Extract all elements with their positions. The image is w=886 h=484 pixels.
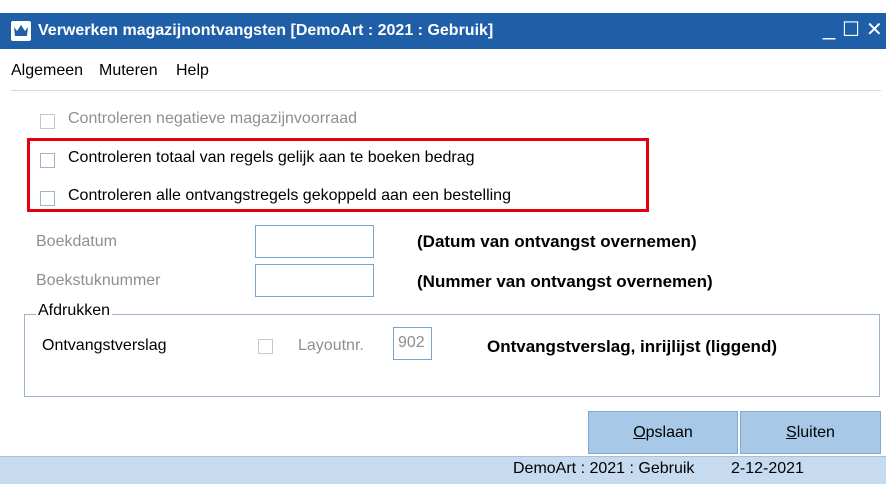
status-context: DemoArt : 2021 : Gebruik: [513, 460, 695, 477]
boekdatum-label: Boekdatum: [36, 233, 117, 250]
maximize-button[interactable]: ☐: [842, 17, 860, 43]
checkbox-icon[interactable]: [40, 114, 55, 129]
status-date: 2-12-2021: [731, 460, 804, 477]
status-bar: DemoArt : 2021 : Gebruik 2-12-2021: [0, 456, 886, 484]
close-window-button[interactable]: Sluiten: [740, 411, 881, 454]
boekdatum-input[interactable]: [255, 225, 374, 258]
save-mnemonic: O: [633, 424, 646, 441]
close-mnemonic: S: [786, 424, 797, 441]
report-description: Ontvangstverslag, inrijlijst (liggend): [487, 337, 777, 356]
report-label: Ontvangstverslag: [42, 337, 167, 354]
afdrukken-legend: Afdrukken: [36, 302, 113, 320]
layout-label: Layoutnr.: [298, 337, 364, 354]
main-window: Verwerken magazijnontvangsten [DemoArt :…: [0, 0, 886, 484]
save-button[interactable]: Opslaan: [588, 411, 738, 454]
close-button[interactable]: ✕: [866, 17, 883, 43]
minimize-button[interactable]: _: [823, 15, 835, 41]
option-label: Controleren totaal van regels gelijk aan…: [68, 149, 475, 166]
menu-separator: [11, 90, 881, 91]
window-title: Verwerken magazijnontvangsten [DemoArt :…: [38, 22, 494, 39]
menu-help[interactable]: Help: [176, 62, 209, 80]
boekstuknummer-label: Boekstuknummer: [36, 272, 161, 289]
crown-icon[interactable]: [11, 21, 31, 41]
menu-algemeen[interactable]: Algemeen: [11, 62, 83, 80]
option-label: Controleren alle ontvangstregels gekoppe…: [68, 187, 511, 204]
boekstuknummer-note: (Nummer van ontvangst overnemen): [417, 272, 713, 291]
boekstuknummer-input[interactable]: [255, 264, 374, 297]
checkbox-icon[interactable]: [258, 339, 273, 354]
title-bar[interactable]: Verwerken magazijnontvangsten [DemoArt :…: [0, 13, 886, 49]
layout-number-input[interactable]: 902: [393, 327, 432, 360]
menu-muteren[interactable]: Muteren: [99, 62, 158, 80]
option-label: Controleren negatieve magazijnvoorraad: [68, 110, 358, 127]
checkbox-icon[interactable]: [40, 153, 55, 168]
boekdatum-note: (Datum van ontvangst overnemen): [417, 232, 697, 251]
close-label: luiten: [796, 424, 835, 441]
save-label: pslaan: [645, 424, 693, 441]
checkbox-icon[interactable]: [40, 191, 55, 206]
